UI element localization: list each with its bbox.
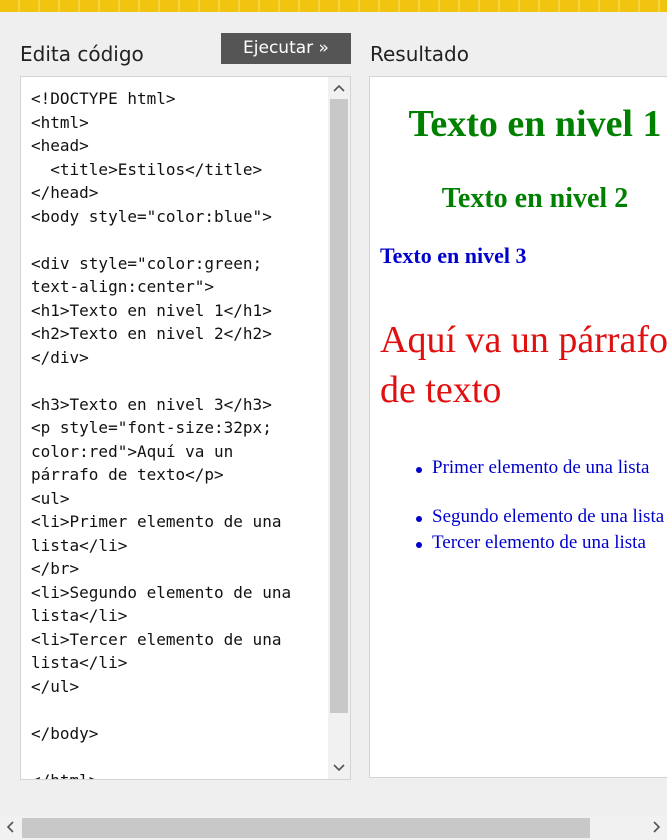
editor-vertical-scrollbar[interactable] <box>328 77 350 779</box>
editor-label: Edita código <box>20 42 144 66</box>
result-heading-2: Texto en nivel 2 <box>441 183 629 214</box>
chevron-down-icon[interactable] <box>328 757 350 779</box>
chevron-up-icon[interactable] <box>328 77 350 99</box>
list-item: Tercer elemento de una lista <box>416 532 646 553</box>
run-button[interactable]: Ejecutar » <box>221 33 351 64</box>
code-editor[interactable]: <!DOCTYPE html> <html> <head> <title>Est… <box>20 76 351 780</box>
top-decorative-strip <box>0 0 667 12</box>
list-item: Segundo elemento de una lista <box>415 506 665 527</box>
chevron-right-icon[interactable] <box>647 816 667 840</box>
editor-scroll-thumb[interactable] <box>330 99 348 713</box>
list-item: Primer elemento de una lista <box>415 457 650 478</box>
chevron-left-icon[interactable] <box>0 816 20 840</box>
result-paragraph: Aquí va un párrafo de texto <box>380 319 667 411</box>
result-label: Resultado <box>370 42 469 66</box>
result-heading-3: Texto en nivel 3 <box>380 243 527 268</box>
result-pane: Texto en nivel 1 Texto en nivel 2 Texto … <box>369 76 667 778</box>
page-scroll-thumb[interactable] <box>22 818 590 838</box>
page-horizontal-scrollbar[interactable] <box>0 816 667 840</box>
code-text[interactable]: <!DOCTYPE html> <html> <head> <title>Est… <box>31 87 331 779</box>
result-heading-1: Texto en nivel 1 <box>408 103 662 145</box>
